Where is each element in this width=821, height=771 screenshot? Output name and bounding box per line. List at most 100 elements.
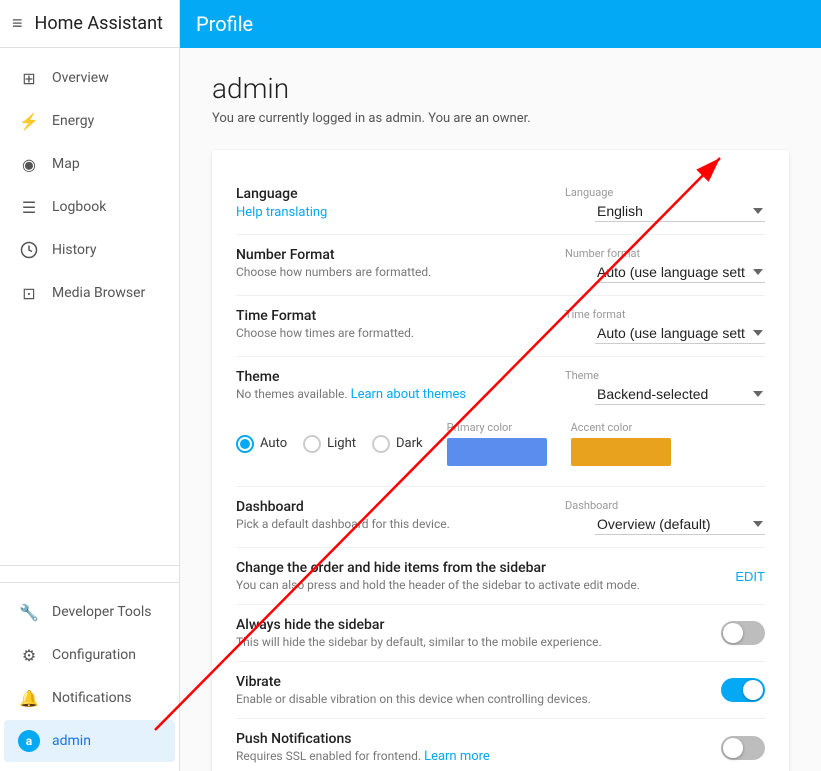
theme-select[interactable]: Backend-selected Default (595, 384, 765, 405)
theme-control: Theme Backend-selected Default (565, 369, 765, 405)
push-notifications-row: Push Notifications Requires SSL enabled … (236, 719, 765, 771)
sidebar-item-history[interactable]: History (4, 229, 175, 271)
sidebar-order-label: Change the order and hide items from the… (236, 560, 719, 576)
sidebar-item-label: Logbook (52, 199, 106, 215)
sidebar-nav: ⊞ Overview ⚡ Energy ◉ Map ☰ Logbook Hist… (0, 48, 179, 565)
sidebar-item-media-browser[interactable]: ⊡ Media Browser (4, 272, 175, 314)
vibrate-toggle[interactable] (721, 678, 765, 702)
sidebar-item-label: Energy (52, 113, 94, 129)
edit-sidebar-button[interactable]: EDIT (735, 569, 765, 584)
sidebar-item-label: Map (52, 156, 80, 172)
radio-label-light: Light (327, 436, 356, 451)
always-hide-sidebar-label: Always hide the sidebar (236, 617, 705, 633)
theme-label: Theme (236, 369, 549, 385)
accent-color-label: Accent color (571, 421, 671, 434)
page-title: Profile (196, 12, 253, 36)
sidebar-item-admin[interactable]: a admin (4, 720, 175, 762)
radio-label-auto: Auto (260, 436, 287, 451)
accent-color-swatch[interactable] (571, 438, 671, 466)
time-format-select[interactable]: Auto (use language settin 12 hour 24 hou… (595, 323, 765, 344)
always-hide-sidebar-label-group: Always hide the sidebar This will hide t… (236, 617, 721, 649)
learn-about-themes-link[interactable]: Learn about themes (351, 387, 467, 402)
language-label-group: Language Help translating (236, 186, 565, 220)
language-select[interactable]: English Spanish French (595, 201, 765, 222)
dashboard-select[interactable]: Overview (default) (595, 514, 765, 535)
menu-icon[interactable]: ≡ (12, 13, 23, 34)
sidebar-item-logbook[interactable]: ☰ Logbook (4, 186, 175, 228)
radio-dark[interactable]: Dark (372, 435, 423, 453)
time-format-control-label: Time format (565, 308, 626, 321)
language-control: Language English Spanish French (565, 186, 765, 222)
sidebar-item-configuration[interactable]: ⚙ Configuration (4, 634, 175, 676)
sidebar-order-row: Change the order and hide items from the… (236, 548, 765, 605)
vibrate-row: Vibrate Enable or disable vibration on t… (236, 662, 765, 719)
dashboard-row: Dashboard Pick a default dashboard for t… (236, 487, 765, 548)
sidebar-item-label: admin (52, 733, 91, 749)
theme-label-group: Theme No themes available. Learn about t… (236, 369, 565, 402)
sidebar-order-label-group: Change the order and hide items from the… (236, 560, 735, 592)
sidebar-bottom: 🔧 Developer Tools ⚙ Configuration 🔔 Noti… (0, 565, 179, 771)
dashboard-control-label: Dashboard (565, 499, 618, 512)
vibrate-label: Vibrate (236, 674, 705, 690)
sidebar-title: Home Assistant (35, 13, 163, 34)
push-notifications-toggle[interactable] (721, 736, 765, 760)
number-format-row: Number Format Choose how numbers are for… (236, 235, 765, 296)
primary-color-label: Primary color (447, 421, 547, 434)
developer-tools-icon: 🔧 (18, 601, 40, 623)
push-notifications-label-group: Push Notifications Requires SSL enabled … (236, 731, 721, 764)
notifications-icon: 🔔 (18, 687, 40, 709)
dashboard-label: Dashboard (236, 499, 549, 515)
sidebar-item-label: Developer Tools (52, 604, 152, 620)
sidebar-item-label: Media Browser (52, 285, 145, 301)
sidebar-item-energy[interactable]: ⚡ Energy (4, 100, 175, 142)
theme-row-container: Theme No themes available. Learn about t… (236, 357, 765, 487)
accent-color-group: Accent color (571, 421, 671, 466)
theme-control-label: Theme (565, 369, 599, 382)
always-hide-sidebar-desc: This will hide the sidebar by default, s… (236, 635, 705, 649)
number-format-control: Number format Auto (use language settin … (565, 247, 765, 283)
sidebar-item-label: Notifications (52, 690, 132, 706)
radio-label-dark: Dark (396, 436, 423, 451)
time-format-desc: Choose how times are formatted. (236, 326, 549, 340)
sidebar-item-notifications[interactable]: 🔔 Notifications (4, 677, 175, 719)
sidebar: ≡ Home Assistant ⊞ Overview ⚡ Energy ◉ M… (0, 0, 180, 771)
number-format-label-group: Number Format Choose how numbers are for… (236, 247, 565, 279)
toggle-thumb (723, 738, 743, 758)
toggle-track (721, 736, 765, 760)
primary-color-swatch[interactable] (447, 438, 547, 466)
radio-circle-auto (236, 435, 254, 453)
radio-circle-dark (372, 435, 390, 453)
profile-username: admin (212, 72, 789, 105)
topbar: Profile (180, 0, 821, 48)
sidebar-order-desc: You can also press and hold the header o… (236, 578, 719, 592)
help-translating-link[interactable]: Help translating (236, 205, 327, 220)
theme-options-row: Auto Light Dark Primary color (236, 413, 671, 474)
energy-icon: ⚡ (18, 110, 40, 132)
dashboard-desc: Pick a default dashboard for this device… (236, 517, 549, 531)
dashboard-control: Dashboard Overview (default) (565, 499, 765, 535)
dashboard-label-group: Dashboard Pick a default dashboard for t… (236, 499, 565, 531)
sidebar-item-map[interactable]: ◉ Map (4, 143, 175, 185)
sidebar-divider (0, 582, 179, 583)
radio-light[interactable]: Light (303, 435, 356, 453)
language-label: Language (236, 186, 549, 202)
settings-card: Language Help translating Language Engli… (212, 150, 789, 771)
admin-avatar: a (18, 730, 40, 752)
radio-auto[interactable]: Auto (236, 435, 287, 453)
profile-subtitle: You are currently logged in as admin. Yo… (212, 111, 789, 126)
time-format-label-group: Time Format Choose how times are formatt… (236, 308, 565, 340)
primary-color-group: Primary color (447, 421, 547, 466)
language-control-label: Language (565, 186, 613, 199)
vibrate-label-group: Vibrate Enable or disable vibration on t… (236, 674, 721, 706)
radio-circle-light (303, 435, 321, 453)
number-format-label: Number Format (236, 247, 549, 263)
sidebar-item-overview[interactable]: ⊞ Overview (4, 57, 175, 99)
push-notifications-learn-link[interactable]: Learn more (424, 749, 490, 764)
time-format-control: Time format Auto (use language settin 12… (565, 308, 765, 344)
sidebar-item-developer-tools[interactable]: 🔧 Developer Tools (4, 591, 175, 633)
theme-radio-group: Auto Light Dark (236, 435, 423, 453)
always-hide-sidebar-toggle[interactable] (721, 621, 765, 645)
overview-icon: ⊞ (18, 67, 40, 89)
push-notifications-label: Push Notifications (236, 731, 705, 747)
number-format-select[interactable]: Auto (use language settin 1,234.5 1.234,… (595, 262, 765, 283)
